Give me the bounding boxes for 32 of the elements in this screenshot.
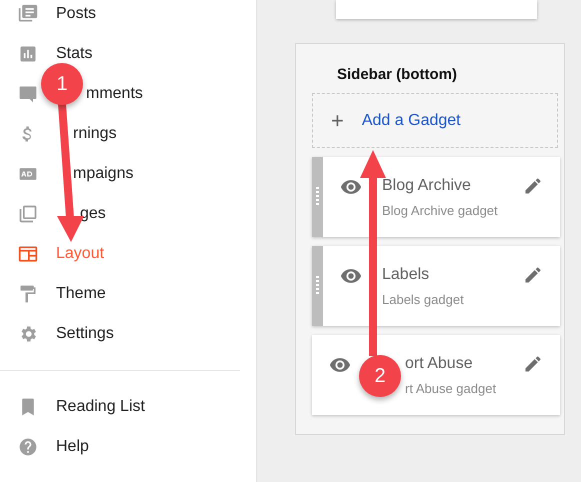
- nav-item[interactable]: rnings: [73, 125, 117, 143]
- gadget-subtitle: Labels gadget: [382, 292, 464, 307]
- pages-icon: [18, 204, 38, 224]
- drag-handle[interactable]: [312, 246, 323, 326]
- nav-item[interactable]: Theme: [56, 285, 106, 303]
- help-icon: [18, 437, 38, 457]
- nav-item[interactable]: mments: [86, 85, 143, 103]
- nav-item[interactable]: Help: [0, 427, 256, 467]
- gadget-subtitle: rt Abuse gadget: [405, 381, 496, 396]
- pencil-icon[interactable]: [523, 265, 543, 285]
- drag-handle[interactable]: [312, 157, 323, 237]
- section-title: Sidebar (bottom): [337, 66, 458, 83]
- gadget-title: Labels: [382, 266, 430, 284]
- pencil-icon[interactable]: [523, 354, 543, 374]
- nav-item[interactable]: Posts: [56, 5, 96, 23]
- gadget-title: ort Abuse: [405, 355, 473, 373]
- nav-item[interactable]: ges: [80, 205, 106, 223]
- nav-item[interactable]: Reading List: [0, 387, 256, 427]
- comment-icon: [18, 84, 38, 104]
- nav-item[interactable]: Stats: [56, 45, 92, 63]
- gadget-title: Blog Archive: [382, 177, 471, 195]
- pencil-icon[interactable]: [523, 176, 543, 196]
- layout-icon: [18, 244, 38, 264]
- nav-item[interactable]: Reading List: [56, 398, 145, 416]
- posts-icon: [18, 4, 38, 24]
- add-gadget-button[interactable]: + Add a Gadget: [312, 93, 558, 148]
- paint-roller-icon: [18, 284, 38, 304]
- nav-item[interactable]: Settings: [56, 325, 114, 343]
- bar-chart-icon: [18, 44, 38, 64]
- nav-item[interactable]: Help: [56, 438, 89, 456]
- gadget-subtitle: Blog Archive gadget: [382, 203, 498, 218]
- nav-item[interactable]: mpaigns: [73, 165, 134, 183]
